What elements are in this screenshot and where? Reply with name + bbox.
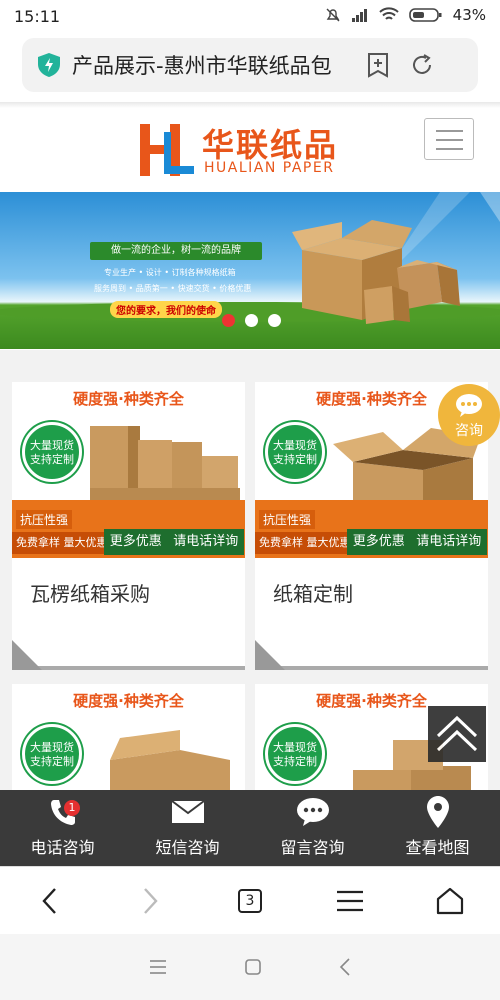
carousel-dot[interactable] <box>222 314 235 327</box>
product-card[interactable]: 硬度强·种类齐全 大量现货 支持定制 <box>12 684 245 790</box>
forward-button[interactable] <box>125 876 175 926</box>
banner-headline: 做一流的企业，树一流的品牌 <box>90 242 262 260</box>
menu-button[interactable] <box>424 118 474 160</box>
box-image <box>110 730 230 790</box>
url-text[interactable]: 产品展示-惠州市华联纸品包 <box>72 50 354 80</box>
cardboard-boxes-image <box>292 220 460 324</box>
home-icon <box>436 887 464 914</box>
system-nav-bar <box>0 934 500 1000</box>
system-back-icon[interactable] <box>338 957 352 977</box>
nav-map[interactable]: 查看地图 <box>375 790 500 866</box>
tabs-button[interactable]: 3 <box>225 876 275 926</box>
status-icons: 43% <box>325 6 486 24</box>
promo-title: 硬度强·种类齐全 <box>73 390 184 408</box>
chevron-left-icon <box>42 887 56 914</box>
nav-label: 电话咨询 <box>30 838 95 857</box>
carousel-dot[interactable] <box>268 314 281 327</box>
promo-tag: 抗压性强 <box>259 510 316 529</box>
chat-bubble-icon <box>296 798 329 826</box>
status-time: 15:11 <box>14 7 61 26</box>
promo-tag: 抗压性强 <box>16 510 73 529</box>
status-bar: 15:11 43% <box>0 0 500 34</box>
stock-badge: 大量现货 支持定制 <box>265 422 325 482</box>
promo-tag-box: 更多优惠 请电话详询 <box>104 529 244 555</box>
back-button[interactable] <box>25 876 75 926</box>
promo-title: 硬度强·种类齐全 <box>73 692 184 710</box>
card-corner <box>12 640 42 670</box>
stock-badge: 大量现货 支持定制 <box>265 724 325 784</box>
double-chevron-up-icon <box>436 715 478 752</box>
carousel-dots <box>222 314 281 327</box>
address-bar[interactable]: 产品展示-惠州市华联纸品包 <box>22 38 478 92</box>
site-logo[interactable]: 华联纸品 HUALIAN PAPER <box>138 120 348 182</box>
shield-icon <box>38 53 60 77</box>
carousel-dot[interactable] <box>245 314 258 327</box>
battery-percent: 43% <box>452 6 486 24</box>
battery-icon <box>408 8 442 22</box>
promo-tag: 免费拿样 量大优惠 <box>12 532 112 554</box>
contact-nav: 1 电话咨询 短信咨询 留言咨询 查看地图 <box>0 790 500 866</box>
banner-line1: 专业生产 • 设计 • 订制各种规格纸箱 <box>104 268 236 277</box>
back-to-top-button[interactable] <box>428 706 486 762</box>
nav-label: 查看地图 <box>405 838 470 857</box>
reload-button[interactable] <box>402 45 442 85</box>
stock-badge: 大量现货 支持定制 <box>22 724 82 784</box>
logo-text-en: HUALIAN PAPER <box>204 160 335 176</box>
recent-apps-icon[interactable] <box>148 959 168 975</box>
product-card[interactable]: 硬度强·种类齐全 大量现货 支持定制 抗压性强 免费拿样 量大优惠 更多优惠 请… <box>12 382 245 670</box>
nav-label: 留言咨询 <box>280 838 345 857</box>
banner-slogan: 您的要求，我们的使命 <box>110 301 222 318</box>
bookmark-add-icon <box>368 53 388 78</box>
map-pin-icon <box>426 796 449 828</box>
nav-label: 短信咨询 <box>155 838 220 857</box>
wifi-icon <box>378 7 399 20</box>
promo-tag: 免费拿样 量大优惠 <box>255 532 355 554</box>
mute-icon <box>326 8 340 22</box>
product-name[interactable]: 纸箱定制 <box>273 578 353 607</box>
card-bottom-line <box>255 666 488 670</box>
consult-button[interactable]: 咨询 <box>438 384 500 446</box>
signal-icon <box>351 9 367 22</box>
stock-badge: 大量现货 支持定制 <box>22 422 82 482</box>
system-home-icon[interactable] <box>244 958 262 976</box>
hamburger-icon <box>337 890 363 911</box>
nav-phone[interactable]: 1 电话咨询 <box>0 790 125 866</box>
nav-message[interactable]: 留言咨询 <box>250 790 375 866</box>
logo-mark-icon <box>140 124 194 176</box>
bookmark-add-button[interactable] <box>358 45 398 85</box>
reload-icon <box>413 54 431 74</box>
browser-toolbar: 3 <box>0 866 500 934</box>
product-name[interactable]: 瓦楞纸箱采购 <box>30 578 150 607</box>
envelope-icon <box>170 800 205 823</box>
banner-line2: 服务周到 • 品质第一 • 快速交货 • 价格优惠 <box>94 284 252 293</box>
card-bottom-line <box>12 666 245 670</box>
home-button[interactable] <box>425 876 475 926</box>
notification-badge: 1 <box>64 800 80 816</box>
card-corner <box>255 640 285 670</box>
tab-count: 3 <box>238 888 262 913</box>
chevron-right-icon <box>144 887 158 914</box>
nav-sms[interactable]: 短信咨询 <box>125 790 250 866</box>
site-header: 华联纸品 HUALIAN PAPER <box>0 108 500 192</box>
promo-tag-box: 更多优惠 请电话详询 <box>347 529 487 555</box>
chat-bubble-icon <box>456 394 482 417</box>
product-grid: 硬度强·种类齐全 大量现货 支持定制 抗压性强 免费拿样 量大优惠 更多优惠 请… <box>0 350 500 790</box>
consult-label: 咨询 <box>455 423 483 439</box>
browser-menu-button[interactable] <box>325 876 375 926</box>
